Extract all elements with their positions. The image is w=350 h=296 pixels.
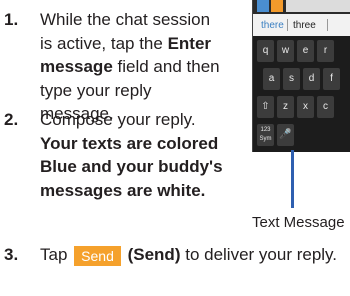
microphone-icon: 🎤: [277, 124, 294, 146]
key: a: [263, 68, 280, 90]
key: q: [257, 40, 274, 62]
keyboard-screenshot: there three q w e r a s d f ⇧ z x c 123 …: [252, 0, 350, 152]
step-number: 1.: [4, 10, 19, 29]
key: d: [303, 68, 320, 90]
step-line: type your reply: [40, 80, 152, 100]
step-number: 3.: [4, 245, 19, 264]
callout-label: Text Message: [252, 214, 345, 231]
message-bar: [253, 0, 350, 14]
step-text: Compose your reply. Your texts are color…: [40, 108, 223, 202]
divider: [287, 19, 288, 31]
step-line: Compose your reply.: [40, 110, 196, 129]
symbols-key: 123 Sym: [257, 124, 274, 146]
attach-icon: [257, 0, 269, 12]
text-message-field: [286, 0, 350, 12]
shift-key: ⇧: [257, 96, 274, 118]
step-number: 2.: [4, 110, 19, 129]
key: w: [277, 40, 294, 62]
key: x: [297, 96, 314, 118]
step-line-bold: messages are white.: [40, 180, 206, 200]
step-line-bold: Your texts are colored: [40, 133, 219, 153]
bold-term: Enter: [167, 33, 212, 53]
key: f: [323, 68, 340, 90]
key: r: [317, 40, 334, 62]
step-line: While the chat session: [40, 10, 211, 29]
key: z: [277, 96, 294, 118]
suggestion-bar: there three: [253, 14, 350, 36]
suggestion: there: [261, 20, 284, 31]
divider: [327, 19, 328, 31]
step-line-bold: Blue and your buddy's: [40, 157, 223, 176]
step-line: message field and then: [40, 57, 220, 76]
key: e: [297, 40, 314, 62]
callout-line: [291, 150, 294, 208]
send-icon: [271, 0, 283, 12]
send-button: Send: [74, 246, 121, 266]
key: c: [317, 96, 334, 118]
key: s: [283, 68, 300, 90]
step-text: Tap Send (Send) to deliver your reply.: [40, 245, 338, 266]
suggestion: three: [293, 20, 316, 31]
step-line: is active, tap the Enter: [40, 33, 212, 53]
